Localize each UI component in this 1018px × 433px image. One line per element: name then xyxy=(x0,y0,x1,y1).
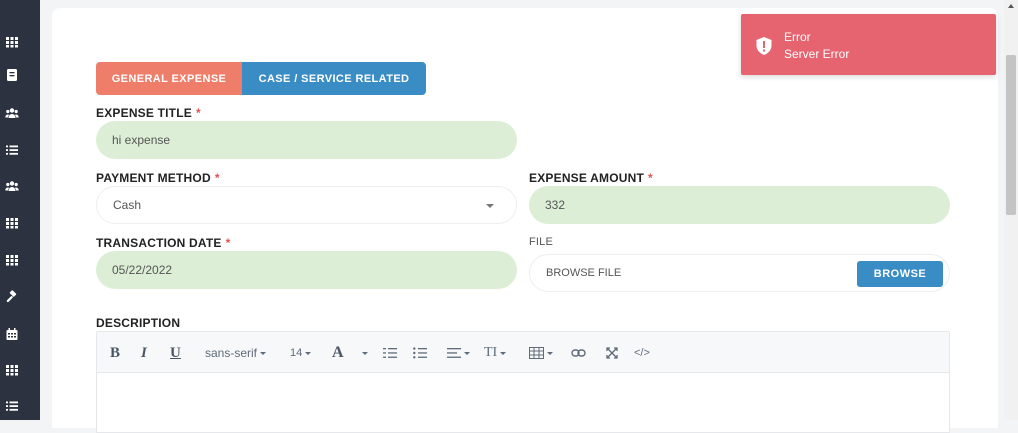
browse-button[interactable]: BROWSE xyxy=(857,261,943,287)
link-button[interactable] xyxy=(571,332,586,374)
toast-title: Error xyxy=(784,30,811,44)
expense-amount-value: 332 xyxy=(545,198,566,212)
expense-amount-input[interactable]: 332 xyxy=(529,186,950,224)
users-icon[interactable] xyxy=(5,106,19,120)
file-label: FILE xyxy=(529,236,554,248)
page-scrollbar[interactable] xyxy=(1004,0,1018,420)
scroll-up-arrow-icon[interactable] xyxy=(1008,4,1014,8)
ordered-list-button[interactable] xyxy=(383,332,397,374)
caret-down-icon xyxy=(547,351,553,355)
caret-down-icon xyxy=(362,351,368,355)
underline-button[interactable]: U xyxy=(170,332,181,374)
grid-icon[interactable] xyxy=(5,253,19,267)
caret-down-icon xyxy=(305,351,312,355)
scrollbar-thumb[interactable] xyxy=(1006,55,1016,215)
transaction-date-input[interactable]: 05/22/2022 xyxy=(96,251,517,289)
list-icon[interactable] xyxy=(5,143,19,157)
error-toast[interactable]: Error Server Error xyxy=(741,14,996,75)
payment-method-label: PAYMENT METHOD * xyxy=(96,171,220,185)
list-icon[interactable] xyxy=(5,399,19,413)
tab-case-service-related[interactable]: CASE / SERVICE RELATED xyxy=(242,62,426,95)
users-icon[interactable] xyxy=(5,179,19,193)
paragraph-align-dropdown[interactable] xyxy=(447,332,470,374)
sidebar xyxy=(0,0,40,420)
line-height-dropdown[interactable]: TI xyxy=(484,332,507,374)
line-height-icon: TI xyxy=(484,345,498,360)
fullscreen-button[interactable] xyxy=(606,332,618,374)
align-icon xyxy=(447,348,461,358)
fullscreen-icon xyxy=(606,347,618,359)
font-size-dropdown[interactable]: 14 xyxy=(290,332,312,374)
description-label: DESCRIPTION xyxy=(96,316,181,330)
expense-title-label: EXPENSE TITLE * xyxy=(96,106,201,120)
font-size-value: 14 xyxy=(290,347,303,359)
grid-icon[interactable] xyxy=(5,35,19,49)
font-family-dropdown[interactable]: sans-serif xyxy=(205,332,267,374)
editor-toolbar: B I U sans-serif 14 A TI </> xyxy=(96,331,950,373)
italic-button[interactable]: I xyxy=(141,332,147,374)
file-placeholder: BROWSE FILE xyxy=(546,267,622,279)
link-icon xyxy=(571,349,586,357)
payment-method-select[interactable]: Cash xyxy=(96,186,517,224)
font-color-dropdown[interactable] xyxy=(359,332,368,374)
bold-button[interactable]: B xyxy=(110,332,120,374)
book-icon[interactable] xyxy=(5,68,19,82)
grid-icon[interactable] xyxy=(5,363,19,377)
shield-alert-icon xyxy=(756,37,772,55)
caret-down-icon xyxy=(464,351,470,355)
payment-method-value: Cash xyxy=(113,198,142,212)
unordered-list-icon xyxy=(413,347,427,359)
required-marker: * xyxy=(214,171,220,185)
ordered-list-icon xyxy=(383,348,397,358)
caret-down-icon xyxy=(260,351,267,355)
caret-down-icon xyxy=(500,351,507,355)
font-family-value: sans-serif xyxy=(205,346,258,360)
font-color-button[interactable]: A xyxy=(332,332,344,374)
unordered-list-button[interactable] xyxy=(413,332,427,374)
required-marker: * xyxy=(225,236,231,250)
transaction-date-value: 05/22/2022 xyxy=(112,263,173,277)
chevron-down-icon xyxy=(486,204,494,208)
required-marker: * xyxy=(648,171,653,185)
toast-message: Server Error xyxy=(784,47,850,61)
grid-icon[interactable] xyxy=(5,216,19,230)
table-dropdown[interactable] xyxy=(529,332,553,374)
calendar-icon[interactable] xyxy=(5,327,19,341)
expense-amount-label: EXPENSE AMOUNT * xyxy=(529,171,653,185)
table-icon xyxy=(529,347,544,359)
expense-title-input[interactable]: hi expense xyxy=(96,121,517,159)
transaction-date-label: TRANSACTION DATE * xyxy=(96,236,231,250)
code-view-button[interactable]: </> xyxy=(634,332,650,374)
required-marker: * xyxy=(195,106,201,120)
file-input[interactable]: BROWSE FILE BROWSE xyxy=(529,254,950,292)
gavel-icon[interactable] xyxy=(5,290,19,304)
description-editor[interactable] xyxy=(96,373,950,433)
tab-general-expense[interactable]: GENERAL EXPENSE xyxy=(96,62,242,95)
expense-title-value: hi expense xyxy=(112,133,171,147)
